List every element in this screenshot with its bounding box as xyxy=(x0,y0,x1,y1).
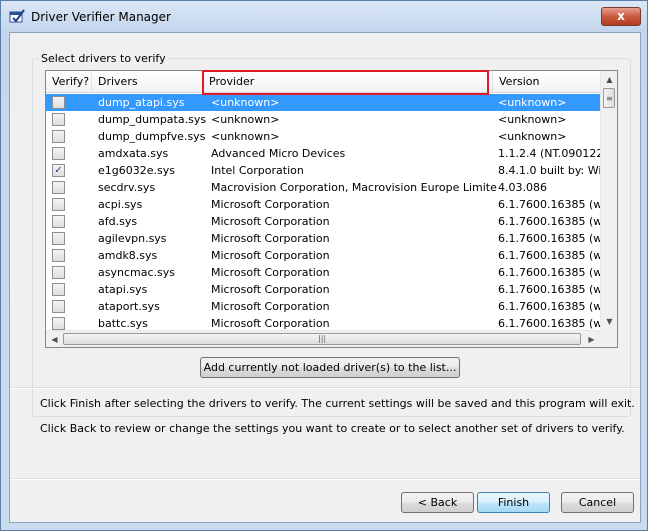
driver-name: agilevpn.sys xyxy=(98,232,167,245)
verify-checkbox[interactable] xyxy=(52,266,65,279)
verify-checkbox[interactable] xyxy=(52,249,65,262)
scroll-up-arrow-icon[interactable]: ▲ xyxy=(601,71,617,88)
driver-provider: Microsoft Corporation xyxy=(211,283,330,296)
back-instructions: Click Back to review or change the setti… xyxy=(40,422,625,435)
driver-version: <unknown> xyxy=(498,113,567,126)
driver-row[interactable]: dump_dumpata.sys <unknown> <unknown> xyxy=(46,111,600,128)
driver-provider: Microsoft Corporation xyxy=(211,215,330,228)
grip-icon: ||| xyxy=(318,334,327,343)
vertical-scrollbar[interactable]: ▲ ≡ ▼ xyxy=(600,71,617,330)
group-label: Select drivers to verify xyxy=(39,52,168,65)
driver-provider: Microsoft Corporation xyxy=(211,300,330,313)
driver-version: 1.1.2.4 (NT.090122- xyxy=(498,147,600,160)
driver-name: atapi.sys xyxy=(98,283,148,296)
column-header-version[interactable]: Version xyxy=(493,71,600,93)
driver-row[interactable]: atapi.sys Microsoft Corporation 6.1.7600.1… xyxy=(46,281,600,298)
driver-name: acpi.sys xyxy=(98,198,143,211)
verify-checkbox[interactable] xyxy=(52,283,65,296)
driver-provider: Intel Corporation xyxy=(211,164,304,177)
divider xyxy=(10,387,640,389)
driver-name: amdxata.sys xyxy=(98,147,169,160)
driver-row[interactable]: ✓ e1g6032e.sys Intel Corporation 8.4.1.0 bu… xyxy=(46,162,600,179)
driver-version: 6.1.7600.16385 (win xyxy=(498,266,600,279)
driver-provider: <unknown> xyxy=(211,96,280,109)
driver-version: 4.03.086 xyxy=(498,181,547,194)
verify-checkbox[interactable] xyxy=(52,232,65,245)
driver-name: dump_dumpata.sys xyxy=(98,113,207,126)
driver-name: dump_atapi.sys xyxy=(98,96,185,109)
driver-row[interactable]: dump_atapi.sys <unknown> <unknown> xyxy=(46,94,600,111)
verify-checkbox[interactable] xyxy=(52,317,65,330)
driver-name: afd.sys xyxy=(98,215,138,228)
title-bar[interactable]: Driver Verifier Manager x xyxy=(1,1,647,31)
dialog-client-area: Select drivers to verify Verify? Drivers… xyxy=(9,32,641,523)
verify-checkbox[interactable] xyxy=(52,181,65,194)
driver-provider: Advanced Micro Devices xyxy=(211,147,346,160)
verify-checkbox[interactable] xyxy=(52,300,65,313)
driver-row[interactable]: amdk8.sys Microsoft Corporation 6.1.7600.1… xyxy=(46,247,600,264)
verify-checkbox[interactable] xyxy=(52,198,65,211)
driver-name: dump_dumpfve.sys xyxy=(98,130,206,143)
verify-checkbox[interactable] xyxy=(52,113,65,126)
verify-checkbox[interactable] xyxy=(52,147,65,160)
driver-row[interactable]: acpi.sys Microsoft Corporation 6.1.7600.16… xyxy=(46,196,600,213)
driver-verifier-window: Driver Verifier Manager x Select drivers… xyxy=(0,0,648,531)
horizontal-scroll-thumb[interactable]: ||| xyxy=(63,333,581,345)
finish-button[interactable]: Finish xyxy=(477,492,550,513)
back-button[interactable]: < Back xyxy=(401,492,474,513)
driver-provider: <unknown> xyxy=(211,130,280,143)
driver-row[interactable]: asyncmac.sys Microsoft Corporation 6.1.760… xyxy=(46,264,600,281)
verify-checkbox[interactable] xyxy=(52,215,65,228)
column-header-verify[interactable]: Verify? xyxy=(46,71,92,93)
driver-name: secdrv.sys xyxy=(98,181,156,194)
driver-provider: Microsoft Corporation xyxy=(211,249,330,262)
horizontal-scrollbar[interactable]: ◀ ||| ▶ xyxy=(46,330,600,347)
driver-row[interactable]: secdrv.sys Macrovision Corporation, Macro… xyxy=(46,179,600,196)
close-button[interactable]: x xyxy=(601,7,641,26)
driver-version: 6.1.7600.16385 (win xyxy=(498,283,600,296)
driver-provider: <unknown> xyxy=(211,113,280,126)
driver-name: e1g6032e.sys xyxy=(98,164,175,177)
driver-version: 8.4.1.0 built by: WinD xyxy=(498,164,600,177)
driver-name: amdk8.sys xyxy=(98,249,158,262)
grip-icon: ≡ xyxy=(606,94,613,103)
vertical-scroll-thumb[interactable]: ≡ xyxy=(603,88,615,108)
driver-version: 6.1.7600.16385 (win xyxy=(498,300,600,313)
scroll-right-arrow-icon[interactable]: ▶ xyxy=(583,331,600,347)
divider xyxy=(10,478,640,480)
driver-provider: Microsoft Corporation xyxy=(211,198,330,211)
driver-provider: Microsoft Corporation xyxy=(211,232,330,245)
list-header: Verify? Drivers Provider Version xyxy=(46,71,600,93)
cancel-button[interactable]: Cancel xyxy=(561,492,634,513)
driver-list[interactable]: Verify? Drivers Provider Version dump_at… xyxy=(45,70,618,348)
verify-checkbox[interactable] xyxy=(52,96,65,109)
verifier-app-icon xyxy=(9,9,25,23)
driver-version: <unknown> xyxy=(498,130,567,143)
add-unloaded-drivers-button[interactable]: Add currently not loaded driver(s) to th… xyxy=(200,357,460,378)
scroll-down-arrow-icon[interactable]: ▼ xyxy=(601,313,617,330)
verify-checkbox[interactable]: ✓ xyxy=(52,164,65,177)
column-header-drivers[interactable]: Drivers xyxy=(92,71,203,93)
scroll-corner xyxy=(600,330,617,347)
driver-version: <unknown> xyxy=(498,96,567,109)
driver-version: 6.1.7600.16385 (win xyxy=(498,249,600,262)
driver-name: asyncmac.sys xyxy=(98,266,175,279)
driver-row[interactable]: amdxata.sys Advanced Micro Devices 1.1.2.4… xyxy=(46,145,600,162)
driver-provider: Macrovision Corporation, Macrovision Eur… xyxy=(211,181,497,194)
driver-provider: Microsoft Corporation xyxy=(211,266,330,279)
driver-row[interactable]: ataport.sys Microsoft Corporation 6.1.7600… xyxy=(46,298,600,315)
driver-version: 6.1.7600.16385 (win xyxy=(498,215,600,228)
driver-row[interactable]: agilevpn.sys Microsoft Corporation 6.1.760… xyxy=(46,230,600,247)
list-rows: dump_atapi.sys <unknown> <unknown> dump_dum… xyxy=(46,94,600,332)
driver-version: 6.1.7600.16385 (win xyxy=(498,198,600,211)
driver-row[interactable]: dump_dumpfve.sys <unknown> <unknown> xyxy=(46,128,600,145)
scroll-left-arrow-icon[interactable]: ◀ xyxy=(46,331,63,347)
driver-row[interactable]: afd.sys Microsoft Corporation 6.1.7600.163… xyxy=(46,213,600,230)
column-header-provider[interactable]: Provider xyxy=(203,71,493,93)
window-title: Driver Verifier Manager xyxy=(31,10,171,24)
driver-name: ataport.sys xyxy=(98,300,160,313)
verify-checkbox[interactable] xyxy=(52,130,65,143)
finish-instructions: Click Finish after selecting the drivers… xyxy=(40,397,635,410)
driver-version: 6.1.7600.16385 (win xyxy=(498,232,600,245)
